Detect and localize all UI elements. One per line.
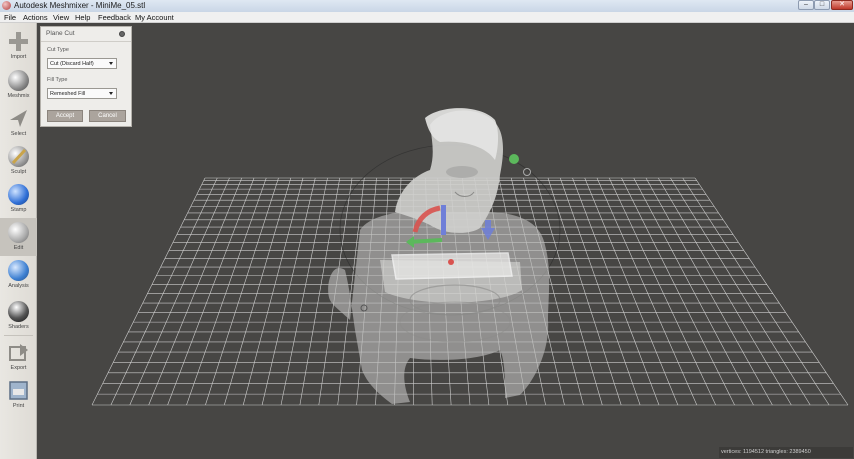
edit-icon [8,222,29,243]
cut-type-value: Cut (Discard Half) [50,61,94,67]
tool-label-select: Select [10,131,27,137]
select-arrow-icon [8,108,29,129]
tool-sculpt[interactable]: Sculpt [0,142,37,180]
minimize-button[interactable]: – [798,0,814,10]
accept-button[interactable]: Accept [47,110,83,122]
toolbar-divider [4,335,33,336]
tool-label-stamp: Stamp [10,207,27,213]
tool-label-analysis: Analysis [8,283,29,289]
tool-label-import: Import [10,54,27,60]
stamp-icon [8,184,29,205]
tool-label-meshmix: Meshmix [7,93,30,99]
tool-meshmix[interactable]: Meshmix [0,66,37,104]
close-button[interactable]: ✕ [831,0,853,10]
shaders-icon [8,301,29,322]
analysis-icon [8,260,29,281]
fill-type-label: Fill Type [47,77,68,83]
meshmix-icon [8,70,29,91]
cut-type-dropdown[interactable]: Cut (Discard Half) [47,58,117,69]
tool-stamp[interactable]: Stamp [0,180,37,218]
tool-select[interactable]: Select [0,104,37,142]
tool-label-print: Print [12,403,25,409]
cut-type-label: Cut Type [47,47,69,53]
fill-type-dropdown[interactable]: Remeshed Fill [47,88,117,99]
tool-label-sculpt: Sculpt [10,169,27,175]
tool-edit[interactable]: Edit [0,218,37,256]
fill-type-value: Remeshed Fill [50,91,86,97]
chevron-down-icon [109,62,113,65]
left-toolbar: Import Meshmix Select Sculpt Stamp Edit [0,23,37,459]
tool-label-export: Export [10,365,27,371]
gear-icon[interactable] [119,31,125,37]
panel-title: Plane Cut [46,30,75,37]
menu-feedback[interactable]: Feedback [98,12,131,23]
tool-import[interactable]: Import [0,27,37,65]
menu-actions[interactable]: Actions [23,12,48,23]
tool-shaders[interactable]: Shaders [0,297,37,335]
cancel-button[interactable]: Cancel [89,110,126,122]
menu-bar: File Actions View Help Feedback My Accou… [0,12,854,23]
menu-file[interactable]: File [4,12,16,23]
tool-print[interactable]: Print [0,376,37,414]
meshmixer-app-icon [2,1,11,10]
menu-help[interactable]: Help [75,12,90,23]
plane-cut-panel: Plane Cut Cut Type Cut (Discard Half) Fi… [40,26,132,127]
tool-label-edit: Edit [13,245,24,251]
sculpt-brush-icon [8,146,29,167]
maximize-button[interactable]: □ [814,0,830,10]
plus-icon [8,31,29,52]
export-icon [8,342,29,363]
chevron-down-icon [109,92,113,95]
tool-label-shaders: Shaders [8,324,29,330]
panel-divider [41,41,131,42]
menu-my-account[interactable]: My Account [135,12,174,23]
mesh-stats: vertices: 1194512 triangles: 2389450 [719,447,853,458]
menu-view[interactable]: View [53,12,69,23]
tool-analysis[interactable]: Analysis [0,256,37,294]
window-title: Autodesk Meshmixer - MiniMe_05.stl [14,1,146,10]
tool-export[interactable]: Export [0,338,37,376]
3d-viewport[interactable] [38,24,854,459]
print-icon [8,380,29,401]
title-bar: Autodesk Meshmixer - MiniMe_05.stl – □ ✕ [0,0,854,12]
